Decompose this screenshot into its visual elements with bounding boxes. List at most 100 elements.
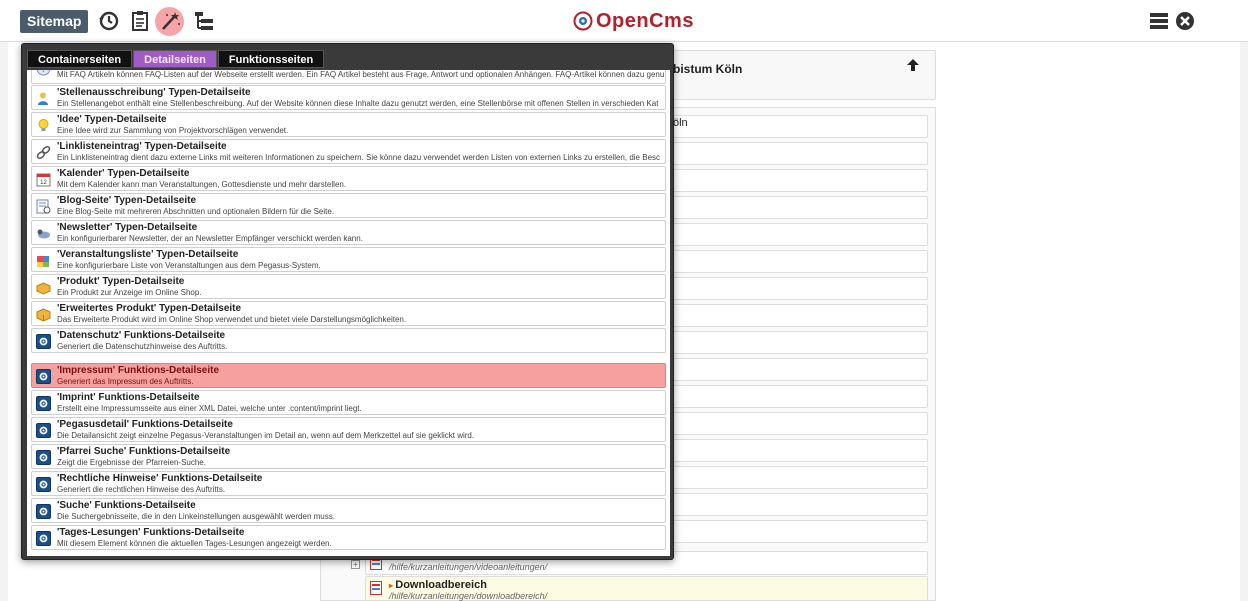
list-item-desc: Ein Linklisteneintrag dient dazu externe… (57, 153, 661, 162)
cog-icon (36, 396, 51, 411)
cog-icon (36, 423, 51, 438)
list-item[interactable]: 'Linklisteneintrag' Typen-Detailseite Ei… (31, 139, 666, 164)
list-item-selected[interactable]: 'Impressum' Funktions-Detailseite Generi… (31, 363, 666, 388)
event-list-icon (37, 256, 49, 267)
wand-button[interactable] (155, 7, 184, 36)
list-item[interactable]: 'Imprint' Funktions-Detailseite Erstellt… (31, 390, 666, 415)
history-icon[interactable] (97, 9, 121, 33)
job-icon (38, 92, 48, 105)
list-item-desc: Ein Produkt zur Anzeige im Online Shop. (57, 288, 202, 297)
list-item-desc: Ein Stellenangebot enthält eine Stellenb… (57, 99, 659, 108)
svg-text:12: 12 (40, 180, 47, 186)
close-icon[interactable] (1175, 11, 1195, 31)
tree-row-path: /hilfe/kurzanleitungen/videoanleitungen/ (389, 562, 548, 572)
tab-detailseiten[interactable]: Detailseiten (133, 50, 217, 68)
list-item[interactable]: 'Rechtliche Hinweise' Funktions-Detailse… (31, 471, 666, 496)
list-item[interactable]: 'Veranstaltungsliste' Typen-Detailseite … (31, 247, 666, 272)
list-item-desc: Mit dem Kalender kann man Veranstaltunge… (57, 180, 347, 189)
list-item[interactable]: 'Suche' Funktions-Detailseite Die Sucher… (31, 498, 666, 523)
list-item[interactable]: 'Stellenausschreibung' Typen-Detailseite… (31, 85, 666, 110)
idea-icon (38, 119, 49, 131)
list-item-desc: Die Detailansicht zeigt einzelne Pegasus… (57, 431, 475, 440)
list-item-title: 'Erweitertes Produkt' Typen-Detailseite (57, 303, 242, 314)
list-item-desc: Generiert die rechtlichen Hinweise des A… (57, 485, 226, 494)
cog-icon (36, 450, 51, 465)
toolbar: Sitemap OpenCms (0, 0, 1248, 42)
tree-row-label: öln (673, 117, 688, 129)
list-item[interactable]: 'Pfarrei Suche' Funktions-Detailseite Ze… (31, 444, 666, 469)
list-item-desc: Eine Idee wird zur Sammlung von Projektv… (57, 126, 289, 135)
clipboard-icon[interactable] (128, 9, 152, 33)
gallery-tabs: Containerseiten Detailseiten Funktionsse… (27, 50, 325, 68)
product-ext-icon (36, 308, 51, 322)
faq-icon: ? (36, 70, 51, 76)
list-item-desc: Generiert die Datenschutzhinweise des Au… (57, 342, 228, 351)
list-item-title: 'Pfarrei Suche' Funktions-Detailseite (57, 446, 231, 457)
sitemap-button[interactable]: Sitemap (20, 10, 89, 33)
list-item-title: 'Impressum' Funktions-Detailseite (57, 365, 220, 376)
logo-text: OpenCms (596, 9, 694, 32)
list-item-title: 'Rechtliche Hinweise' Funktions-Detailse… (57, 473, 263, 484)
list-item[interactable]: 'Erweitertes Produkt' Typen-Detailseite … (31, 301, 666, 326)
list-item-title: 'Suche' Funktions-Detailseite (57, 500, 196, 511)
list-item-title: 'Pegasusdetail' Funktions-Detailseite (57, 419, 233, 430)
list-item-desc: Eine Blog-Seite mit mehreren Abschnitten… (57, 207, 335, 216)
list-item[interactable]: 'Datenschutz' Funktions-Detailseite Gene… (31, 328, 666, 353)
list-item-desc: Mit FAQ Artikeln können FAQ-Listen auf d… (57, 70, 665, 79)
list-item[interactable]: 'Produkt' Typen-Detailseite Ein Produkt … (31, 274, 666, 299)
tree-icon[interactable] (192, 9, 216, 33)
list-item-title: 'Newsletter' Typen-Detailseite (57, 222, 198, 233)
link-icon (36, 146, 51, 159)
cog-icon (36, 334, 51, 349)
list-item-desc: Generiert das Impressum des Auftritts. (57, 377, 194, 386)
cog-icon (36, 369, 51, 384)
tree-expand-icon[interactable]: + (351, 560, 360, 569)
newsletter-icon (37, 229, 50, 239)
menu-icon[interactable] (1149, 11, 1169, 31)
list-item[interactable]: ? Mit FAQ Artikeln können FAQ-Listen auf… (31, 70, 666, 84)
list-item[interactable]: 'Newsletter' Typen-Detailseite Ein konfi… (31, 220, 666, 245)
list-item-title: 'Datenschutz' Funktions-Detailseite (57, 330, 226, 341)
list-item-title: 'Kalender' Typen-Detailseite (57, 168, 190, 179)
blog-icon (36, 199, 51, 214)
list-item-title: 'Blog-Seite' Typen-Detailseite (57, 195, 197, 206)
cog-icon (36, 504, 51, 519)
list-item-desc: Die Suchergebnisseite, die in den Linkei… (57, 512, 335, 521)
list-item[interactable]: 'Tages-Lesungen' Funktions-Detailseite M… (31, 525, 666, 550)
list-item[interactable]: 'Blog-Seite' Typen-Detailseite Eine Blog… (31, 193, 666, 218)
site-title: bistum Köln (673, 62, 743, 76)
gallery-list: ? Mit FAQ Artikeln können FAQ-Listen auf… (27, 70, 670, 556)
list-item-desc: Eine konfigurierbare Liste von Veranstal… (57, 261, 321, 270)
page-icon (370, 581, 382, 595)
cog-icon (36, 531, 51, 546)
list-item[interactable]: 'Idee' Typen-Detailseite Eine Idee wird … (31, 112, 666, 137)
wand-icon (162, 12, 180, 30)
list-item-desc: Mit diesem Element können die aktuellen … (57, 539, 332, 548)
cog-icon (36, 477, 51, 492)
tree-row-downloadbereich[interactable]: ▸ Downloadbereich /hilfe/kurzanleitungen… (365, 576, 928, 601)
list-item[interactable]: 12 'Kalender' Typen-Detailseite Mit dem … (31, 166, 666, 191)
tab-containerseiten[interactable]: Containerseiten (27, 50, 133, 68)
list-item[interactable]: 'Pegasusdetail' Funktions-Detailseite Di… (31, 417, 666, 442)
list-item-title: 'Stellenausschreibung' Typen-Detailseite (57, 87, 251, 98)
opencms-logo: OpenCms (573, 10, 694, 32)
tree-row-title-text: Downloadbereich (395, 579, 487, 591)
tree-row-path: /hilfe/kurzanleitungen/downloadbereich/ (389, 591, 548, 601)
calendar-icon: 12 (36, 173, 51, 187)
list-item-title: 'Linklisteneintrag' Typen-Detailseite (57, 141, 227, 152)
list-item-title: 'Tages-Lesungen' Funktions-Detailseite (57, 527, 245, 538)
list-item-title: 'Idee' Typen-Detailseite (57, 114, 167, 125)
list-item-desc: Ein konfigurierbarer Newsletter, der an … (57, 234, 363, 243)
list-item-title: 'Imprint' Funktions-Detailseite (57, 392, 200, 403)
opencms-logo-icon (573, 11, 593, 31)
list-item-desc: Das Erweiterte Produkt wird im Online Sh… (57, 315, 407, 324)
tree-row-title: ▸ Downloadbereich (389, 579, 487, 591)
list-item-desc: Erstellt eine Impressumsseite aus einer … (57, 404, 362, 413)
tab-funktionsseiten[interactable]: Funktionsseiten (217, 50, 325, 68)
product-icon (36, 282, 51, 295)
list-item-title: 'Produkt' Typen-Detailseite (57, 276, 185, 287)
arrow-up-icon[interactable] (906, 58, 920, 72)
gallery-dialog: Containerseiten Detailseiten Funktionsse… (21, 43, 674, 560)
list-item-desc: Zeigt die Ergebnisse der Pfarreien-Suche… (57, 458, 206, 467)
list-item-title: 'Veranstaltungsliste' Typen-Detailseite (57, 249, 239, 260)
